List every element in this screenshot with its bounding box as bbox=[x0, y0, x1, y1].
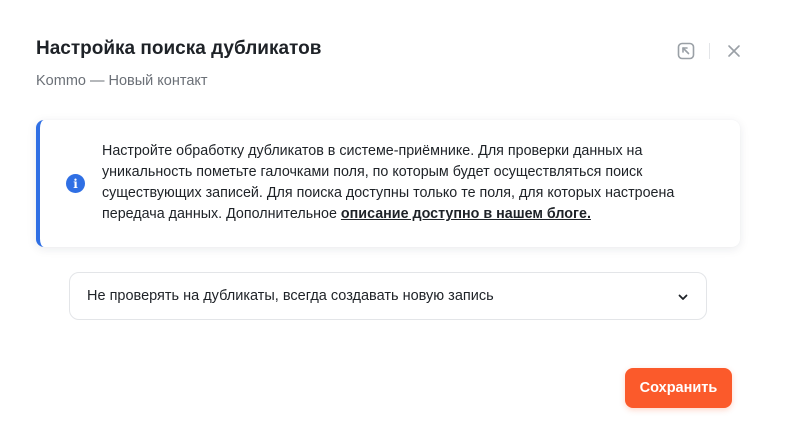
collapse-window-button[interactable] bbox=[675, 40, 697, 62]
duplicate-search-settings-dialog: Настройка поиска дубликатов Kommo — Новы… bbox=[0, 0, 785, 445]
header-divider bbox=[709, 43, 710, 59]
duplicate-mode-select[interactable]: Не проверять на дубликаты, всегда создав… bbox=[69, 272, 707, 320]
duplicate-mode-value: Не проверять на дубликаты, всегда создав… bbox=[87, 288, 494, 304]
info-callout: i Настройте обработку дубликатов в систе… bbox=[36, 120, 740, 247]
chevron-down-icon bbox=[678, 294, 688, 300]
close-icon bbox=[728, 45, 740, 57]
info-text: Настройте обработку дубликатов в системе… bbox=[102, 141, 728, 225]
blog-description-link[interactable]: описание доступно в нашем блоге. bbox=[341, 206, 591, 222]
save-button[interactable]: Сохранить bbox=[625, 368, 732, 408]
collapse-window-icon bbox=[677, 42, 695, 60]
dialog-subtitle: Kommo — Новый контакт bbox=[36, 73, 208, 89]
header-actions bbox=[675, 40, 745, 62]
dialog-title: Настройка поиска дубликатов bbox=[36, 38, 322, 59]
close-button[interactable] bbox=[723, 40, 745, 62]
info-icon: i bbox=[66, 174, 85, 193]
